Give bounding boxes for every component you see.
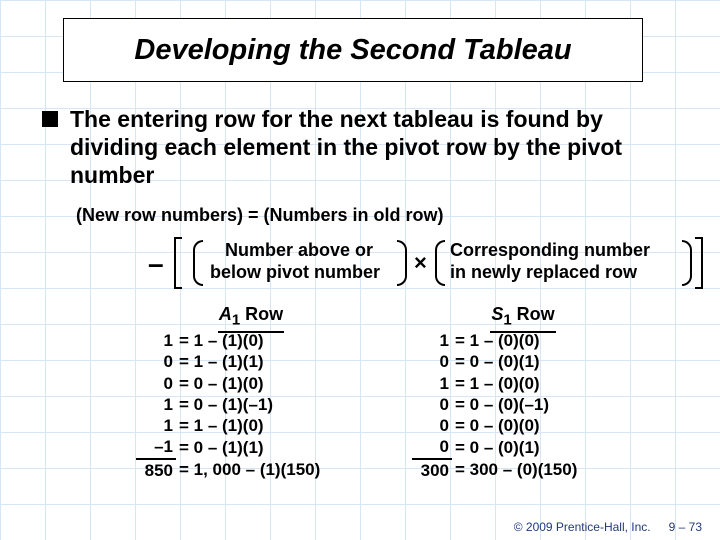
- table-row: 1= 1 – (1)(0): [136, 415, 371, 436]
- page-number: 9 – 73: [669, 520, 702, 534]
- page-title: Developing the Second Tableau: [134, 34, 571, 67]
- result-cell: 1: [412, 373, 452, 394]
- column-a-header: A1 Row: [218, 304, 284, 333]
- bullet-text: The entering row for the next tableau is…: [70, 105, 684, 189]
- table-row: 1= 0 – (1)(–1): [136, 394, 371, 415]
- copyright-text: © 2009 Prentice-Hall, Inc.: [514, 520, 651, 534]
- right-paren-icon: [682, 240, 692, 286]
- result-cell: 0: [136, 373, 176, 394]
- table-row: 0= 0 – (0)(–1): [412, 394, 647, 415]
- table-row: 300= 300 – (0)(150): [412, 459, 647, 481]
- result-cell: 1: [136, 415, 176, 436]
- fragment-b-line1: Corresponding number: [450, 240, 650, 261]
- calc-cell: = 1 – (1)(0): [176, 330, 371, 351]
- table-row: 0= 0 – (1)(0): [136, 373, 371, 394]
- result-cell: 0: [412, 394, 452, 415]
- table-row: 0= 0 – (0)(0): [412, 415, 647, 436]
- table-row: 0= 0 – (0)(1): [412, 351, 647, 372]
- fragment-a-line2: below pivot number: [210, 262, 380, 283]
- calc-cell: = 300 – (0)(150): [452, 459, 647, 481]
- calc-cell: = 1 – (0)(0): [452, 373, 647, 394]
- table-a: 1= 1 – (1)(0)0= 1 – (1)(1)0= 0 – (1)(0)1…: [136, 330, 371, 481]
- formula-line-1: (New row numbers) = (Numbers in old row): [76, 205, 444, 226]
- calc-cell: = 0 – (0)(0): [452, 415, 647, 436]
- bullet-block: The entering row for the next tableau is…: [42, 105, 684, 189]
- calc-cell: = 0 – (0)(1): [452, 351, 647, 372]
- result-cell: 0: [412, 351, 452, 372]
- calc-cell: = 0 – (1)(1): [176, 436, 371, 458]
- fragment-a-line1: Number above or: [225, 240, 373, 261]
- result-cell: 0: [412, 436, 452, 458]
- calc-cell: = 0 – (1)(–1): [176, 394, 371, 415]
- calc-cell: = 1, 000 – (1)(150): [176, 459, 371, 481]
- formula-line-2: – × Number above or below pivot number C…: [0, 234, 720, 294]
- table-row: 0= 0 – (0)(1): [412, 436, 647, 458]
- minus-sign: –: [148, 248, 164, 280]
- result-cell: 300: [412, 459, 452, 481]
- calc-cell: = 1 – (1)(1): [176, 351, 371, 372]
- result-cell: 1: [136, 394, 176, 415]
- result-cell: 1: [412, 330, 452, 351]
- result-cell: 0: [412, 415, 452, 436]
- calc-cell: = 0 – (0)(1): [452, 436, 647, 458]
- result-cell: –1: [136, 436, 176, 458]
- footer: © 2009 Prentice-Hall, Inc. 9 – 73: [0, 520, 720, 534]
- calc-cell: = 1 – (1)(0): [176, 415, 371, 436]
- table-row: 850= 1, 000 – (1)(150): [136, 459, 371, 481]
- table-row: 1= 1 – (1)(0): [136, 330, 371, 351]
- calc-cell: = 0 – (0)(–1): [452, 394, 647, 415]
- slide: Developing the Second Tableau The enteri…: [0, 0, 720, 540]
- square-bullet-icon: [42, 111, 58, 127]
- left-bracket-icon: [174, 237, 182, 289]
- left-paren-icon: [193, 240, 203, 286]
- fragment-b-line2: in newly replaced row: [450, 262, 637, 283]
- times-sign: ×: [414, 250, 427, 276]
- calc-cell: = 0 – (1)(0): [176, 373, 371, 394]
- table-row: 1= 1 – (0)(0): [412, 373, 647, 394]
- result-cell: 850: [136, 459, 176, 481]
- table-row: 0= 1 – (1)(1): [136, 351, 371, 372]
- right-bracket-icon: [695, 237, 703, 289]
- column-s-header: S1 Row: [490, 304, 556, 333]
- table-s: 1= 1 – (0)(0)0= 0 – (0)(1)1= 1 – (0)(0)0…: [412, 330, 647, 481]
- right-paren-icon: [397, 240, 407, 286]
- result-cell: 1: [136, 330, 176, 351]
- table-row: –1= 0 – (1)(1): [136, 436, 371, 458]
- calc-cell: = 1 – (0)(0): [452, 330, 647, 351]
- left-paren-icon: [435, 240, 445, 286]
- title-box: Developing the Second Tableau: [63, 18, 643, 82]
- table-row: 1= 1 – (0)(0): [412, 330, 647, 351]
- result-cell: 0: [136, 351, 176, 372]
